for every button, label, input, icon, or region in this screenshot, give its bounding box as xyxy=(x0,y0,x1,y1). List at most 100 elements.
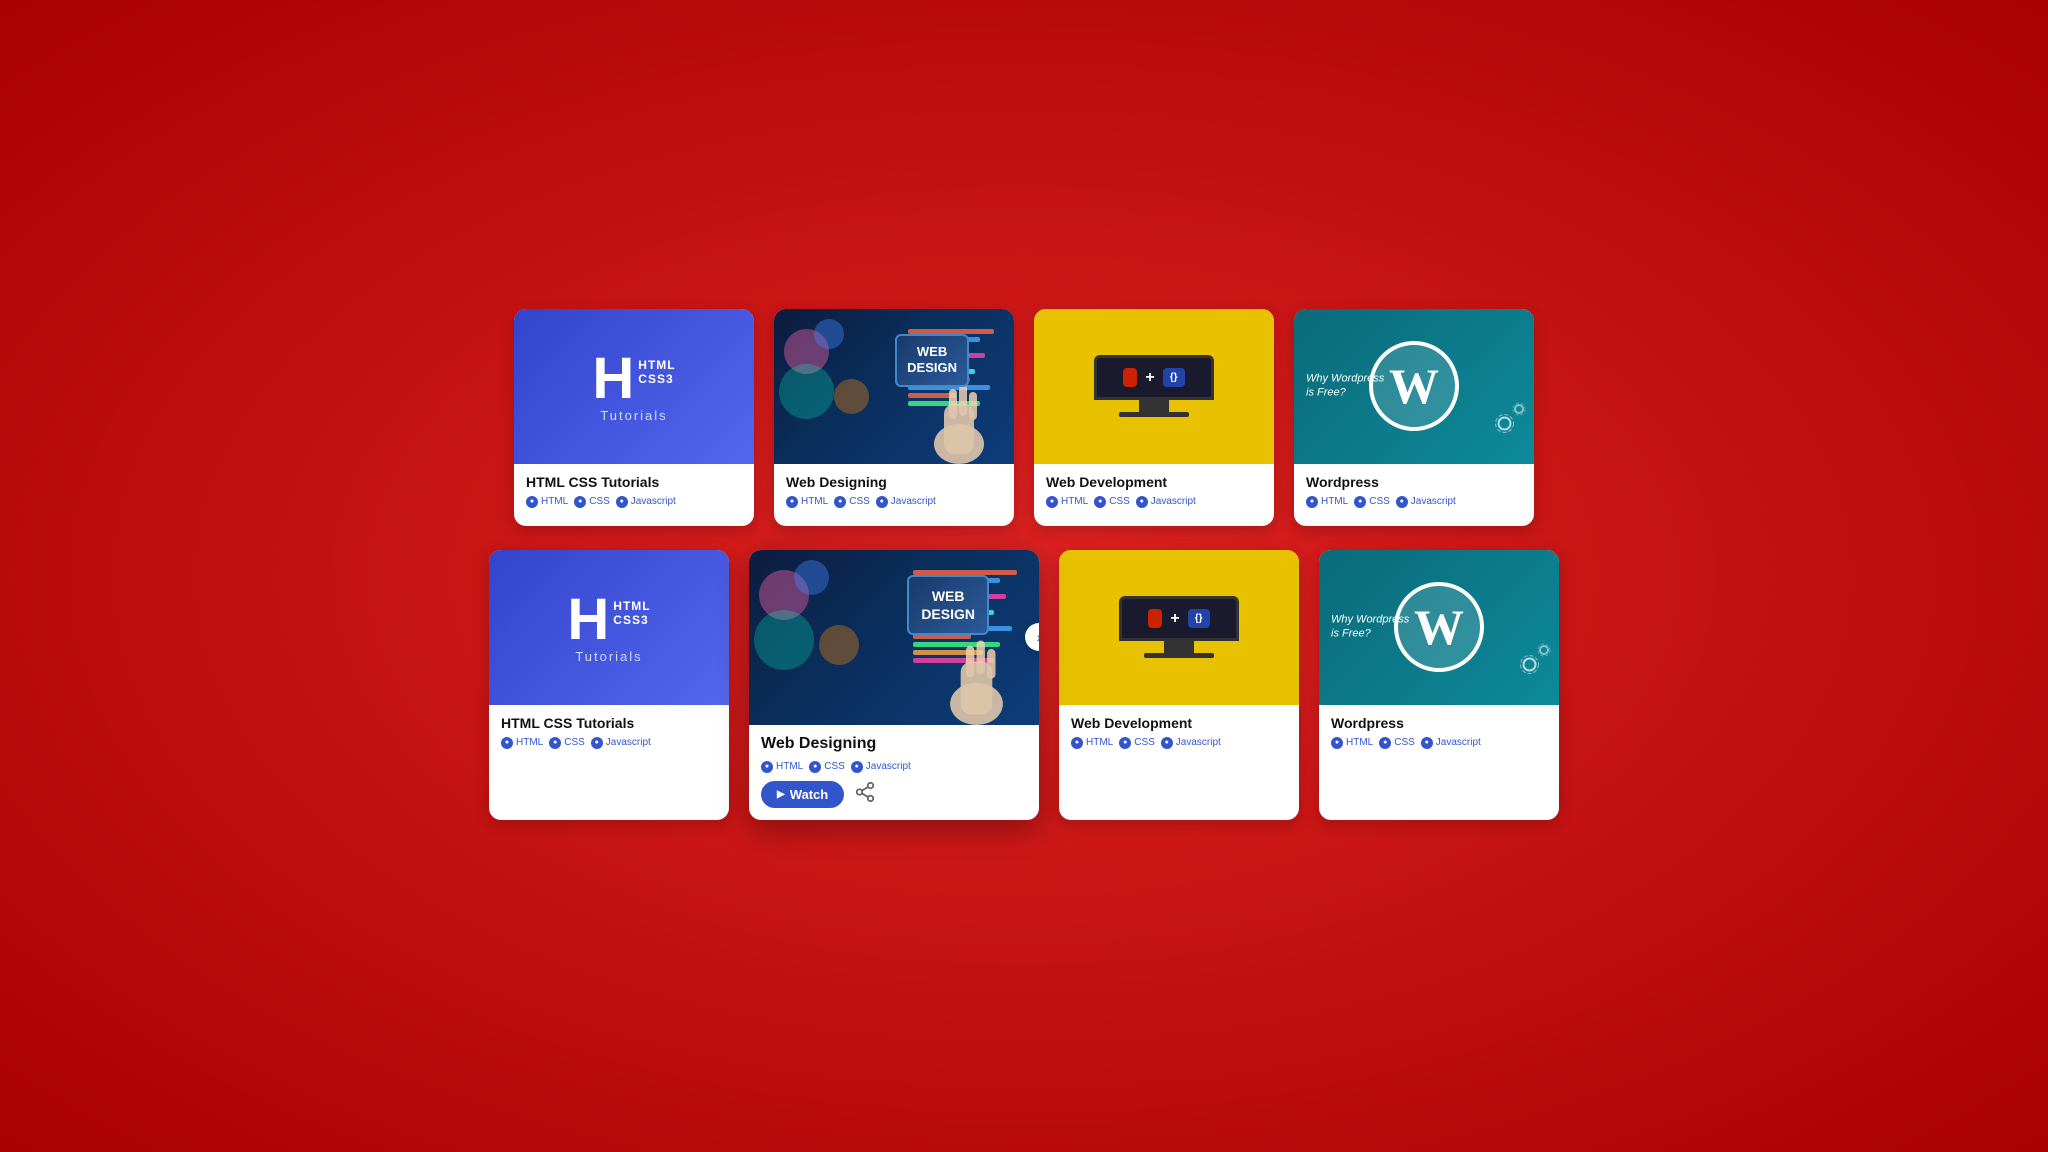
tag-css: ●CSS xyxy=(574,496,610,508)
card-thumb-web-design-2: WEBDESIGN › xyxy=(749,550,1039,725)
gear-icon-small-2 xyxy=(1533,639,1555,661)
logo-html-text: HTML xyxy=(638,358,675,372)
tag-css-wp1: ●CSS xyxy=(1354,496,1390,508)
card-thumb-html-css-1: H HTML CSS3 Tutorials xyxy=(514,309,754,464)
tag-html-r2c1: ●HTML xyxy=(501,737,543,749)
tag-css-r2c3: ●CSS xyxy=(1119,737,1155,749)
card-info-wordpress-1: Wordpress ●HTML ●CSS ●Javascript xyxy=(1294,464,1534,526)
card-web-design-2-expanded[interactable]: WEBDESIGN › Web Designing ●HTML ●CSS ●Ja… xyxy=(749,550,1039,820)
css-tag-1: {} xyxy=(1163,368,1185,387)
tag-html-wdv1: ●HTML xyxy=(1046,496,1088,508)
card-thumb-wordpress-1: Why Wordpress is Free? W xyxy=(1294,309,1534,464)
web-design-visual-2: WEBDESIGN › xyxy=(749,550,1039,725)
card-title-html-css-2: HTML CSS Tutorials xyxy=(501,715,717,731)
tag-html-r2c3: ●HTML xyxy=(1071,737,1113,749)
watch-label: Watch xyxy=(790,787,829,802)
play-icon: ▶ xyxy=(777,789,785,800)
web-design-badge-exp: WEBDESIGN xyxy=(907,575,989,635)
card-html-css-1[interactable]: H HTML CSS3 Tutorials HTML CSS Tutorials… xyxy=(514,309,754,526)
tag-js-r2c3: ●Javascript xyxy=(1161,737,1221,749)
card-tags-wordpress-2: ●HTML ●CSS ●Javascript xyxy=(1331,737,1547,749)
card-info-web-design-1: Web Designing ●HTML ●CSS ●Javascript xyxy=(774,464,1014,526)
wp-letter-w-1: W xyxy=(1389,357,1439,415)
html-tag-2 xyxy=(1148,609,1162,628)
card-web-design-1[interactable]: WEBDESIGN Web Designing ●HTML ●CSS ●Java… xyxy=(774,309,1014,526)
logo-html-text-2: HTML xyxy=(613,599,650,613)
logo-tutorials-text-2: Tutorials xyxy=(575,649,642,664)
card-info-web-dev-1: Web Development ●HTML ●CSS ●Javascript xyxy=(1034,464,1274,526)
tag-js-r2c1: ●Javascript xyxy=(591,737,651,749)
wp-gear-container-1 xyxy=(1487,406,1522,446)
tag-dot-css: ● xyxy=(574,496,586,508)
monitor-base-2 xyxy=(1144,653,1214,658)
card-actions-web-design-2: ▶ Watch xyxy=(761,781,1027,808)
tag-html-wp1: ●HTML xyxy=(1306,496,1348,508)
card-web-dev-2[interactable]: + {} Web Development ●HTML ●CSS ●Javascr… xyxy=(1059,550,1299,820)
tag-css-r2c2: ●CSS xyxy=(809,761,845,773)
monitor-screen-2: + {} xyxy=(1119,596,1239,641)
card-wordpress-2[interactable]: Why Wordpress is Free? W Wordpress xyxy=(1319,550,1559,820)
card-info-web-design-2: Web Designing ●HTML ●CSS ●Javascript ▶ W… xyxy=(749,725,1039,820)
card-tags-web-design-1: ●HTML ●CSS ●Javascript xyxy=(786,496,1002,508)
tag-dot-js: ● xyxy=(616,496,628,508)
card-tags-html-css-2: ●HTML ●CSS ●Javascript xyxy=(501,737,717,749)
tag-js-wd1: ●Javascript xyxy=(876,496,936,508)
tag-html-wd1: ●HTML xyxy=(786,496,828,508)
card-info-web-dev-2: Web Development ●HTML ●CSS ●Javascript xyxy=(1059,705,1299,767)
card-html-css-2[interactable]: H HTML CSS3 Tutorials HTML CSS Tutorials… xyxy=(489,550,729,820)
monitor-icon-2: + {} xyxy=(1119,596,1239,658)
code-line-e1 xyxy=(913,570,1017,575)
tag-html-r2c4: ●HTML xyxy=(1331,737,1373,749)
wp-why-text-1: Why Wordpress is Free? xyxy=(1306,372,1386,401)
logo-letter-h: H xyxy=(592,350,634,408)
monitor-base-1 xyxy=(1119,412,1189,417)
wp-visual-1: Why Wordpress is Free? W xyxy=(1294,309,1534,464)
card-row-2: H HTML CSS3 Tutorials HTML CSS Tutorials… xyxy=(489,550,1559,820)
card-title-web-design-1: Web Designing xyxy=(786,474,1002,490)
tag-html-r2c2: ●HTML xyxy=(761,761,803,773)
card-tags-html-css-1: ●HTML ●CSS ●Javascript xyxy=(526,496,742,508)
hand-svg-exp xyxy=(939,630,1014,725)
bokeh-e3 xyxy=(754,610,814,670)
wp-why-text-2: Why Wordpress is Free? xyxy=(1331,613,1411,642)
html-tag-1 xyxy=(1123,368,1137,387)
bokeh-e4 xyxy=(819,625,859,665)
tag-js-r2c2: ●Javascript xyxy=(851,761,911,773)
card-tags-web-dev-1: ●HTML ●CSS ●Javascript xyxy=(1046,496,1262,508)
tag-css-r2c1: ●CSS xyxy=(549,737,585,749)
tag-js: ●Javascript xyxy=(616,496,676,508)
card-row-1: H HTML CSS3 Tutorials HTML CSS Tutorials… xyxy=(514,309,1534,526)
logo-letter-h-2: H xyxy=(567,591,609,649)
card-title-web-design-2: Web Designing xyxy=(761,735,1027,753)
logo-css3-text-2: CSS3 xyxy=(613,613,650,627)
card-thumb-web-design-1: WEBDESIGN xyxy=(774,309,1014,464)
card-title-wordpress-2: Wordpress xyxy=(1331,715,1547,731)
share-icon[interactable] xyxy=(854,781,876,808)
code-line-1 xyxy=(908,329,994,334)
tag-js-r2c4: ●Javascript xyxy=(1421,737,1481,749)
card-title-wordpress-1: Wordpress xyxy=(1306,474,1522,490)
card-web-dev-1[interactable]: + {} Web Development ●HTML ●CSS ●Javascr… xyxy=(1034,309,1274,526)
html-css-logo: H HTML CSS3 Tutorials xyxy=(592,350,675,423)
css-tag-2: {} xyxy=(1188,609,1210,628)
tag-css-wd1: ●CSS xyxy=(834,496,870,508)
plus-1: + xyxy=(1145,369,1154,387)
monitor-icon-1: + {} xyxy=(1094,355,1214,417)
monitor-screen-1: + {} xyxy=(1094,355,1214,400)
plus-2: + xyxy=(1170,610,1179,628)
card-tags-web-design-2: ●HTML ●CSS ●Javascript xyxy=(761,761,1027,773)
card-wordpress-1[interactable]: Why Wordpress is Free? W Wordpress xyxy=(1294,309,1534,526)
logo-tutorials-text: Tutorials xyxy=(600,408,667,423)
card-tags-web-dev-2: ●HTML ●CSS ●Javascript xyxy=(1071,737,1287,749)
watch-button[interactable]: ▶ Watch xyxy=(761,781,844,808)
tag-dot-html: ● xyxy=(526,496,538,508)
web-design-badge: WEBDESIGN xyxy=(895,334,969,388)
card-info-html-css-1: HTML CSS Tutorials ●HTML ●CSS ●Javascrip… xyxy=(514,464,754,526)
card-info-wordpress-2: Wordpress ●HTML ●CSS ●Javascript xyxy=(1319,705,1559,767)
web-design-visual-1: WEBDESIGN xyxy=(774,309,1014,464)
bokeh-e2 xyxy=(794,560,829,595)
card-thumb-web-dev-1: + {} xyxy=(1034,309,1274,464)
card-title-web-dev-1: Web Development xyxy=(1046,474,1262,490)
monitor-stand-1 xyxy=(1139,400,1169,412)
tag-js-wdv1: ●Javascript xyxy=(1136,496,1196,508)
